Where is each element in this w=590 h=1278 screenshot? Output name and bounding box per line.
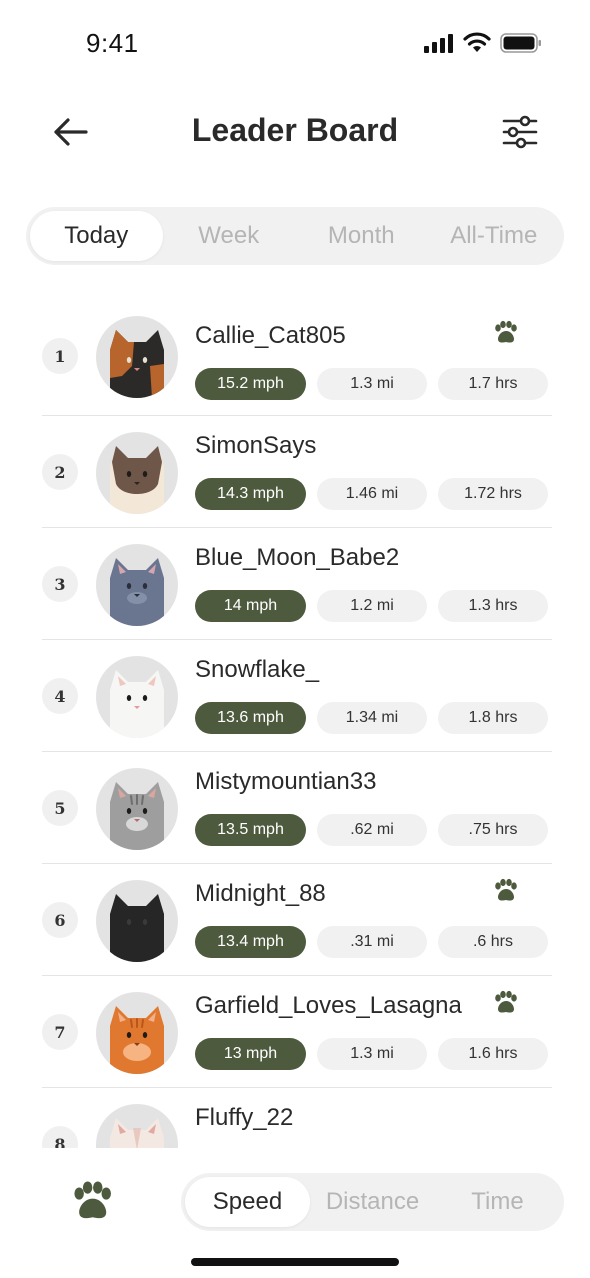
username: Blue_Moon_Babe2 bbox=[195, 544, 400, 571]
time-pill: 1.3 hrs bbox=[438, 590, 548, 622]
rank-badge: 5 bbox=[42, 790, 78, 826]
sliders-icon bbox=[502, 115, 538, 149]
time-pill: 1.8 hrs bbox=[438, 702, 548, 734]
tab-time[interactable]: Time bbox=[435, 1177, 560, 1227]
avatar bbox=[96, 880, 178, 962]
username: Garfield_Loves_Lasagna bbox=[195, 992, 462, 1019]
tab-week[interactable]: Week bbox=[163, 211, 296, 261]
orange-cat-avatar bbox=[110, 1006, 164, 1074]
paw-nav-button[interactable] bbox=[68, 1180, 114, 1229]
battery-icon bbox=[500, 32, 541, 53]
distance-pill: 1.34 mi bbox=[317, 702, 427, 734]
rank-badge: 8 bbox=[42, 1126, 78, 1148]
rank-badge: 7 bbox=[42, 1014, 78, 1050]
paw-icon bbox=[495, 990, 517, 1013]
avatar bbox=[96, 656, 178, 738]
header: Leader Board bbox=[0, 100, 590, 164]
tab-month[interactable]: Month bbox=[295, 211, 428, 261]
time-pill: .6 hrs bbox=[438, 926, 548, 958]
status-time: 9:41 bbox=[86, 28, 139, 58]
leaderboard-list: 1 Callie_Cat805 15.2 mph 1.3 mi 1.7 hrs … bbox=[0, 298, 590, 1148]
username: Fluffy_22 bbox=[195, 1104, 294, 1131]
tab-today[interactable]: Today bbox=[30, 211, 163, 261]
username: Mistymountian33 bbox=[195, 768, 377, 795]
speed-pill: 13.6 mph bbox=[195, 702, 306, 734]
paw-icon bbox=[495, 320, 517, 343]
paw-icon bbox=[495, 878, 517, 901]
rank-badge: 2 bbox=[42, 454, 78, 490]
time-pill: .75 hrs bbox=[438, 814, 548, 846]
calico-cat-avatar bbox=[110, 330, 164, 398]
tab-distance[interactable]: Distance bbox=[310, 1177, 435, 1227]
gray-tabby-cat-avatar bbox=[110, 782, 164, 850]
speed-pill: 14 mph bbox=[195, 590, 306, 622]
cream-cat-avatar bbox=[110, 1118, 164, 1148]
paw-icon bbox=[74, 1181, 111, 1219]
distance-pill: .31 mi bbox=[317, 926, 427, 958]
username: Midnight_88 bbox=[195, 880, 326, 907]
bottom-bar: Speed Distance Time bbox=[0, 1160, 590, 1278]
blue-cat-avatar bbox=[110, 558, 164, 626]
leaderboard-row[interactable]: 5 Mistymountian33 13.5 mph .62 mi .75 hr… bbox=[42, 752, 552, 864]
black-cat-avatar bbox=[110, 894, 164, 962]
rank-badge: 4 bbox=[42, 678, 78, 714]
distance-pill: 1.46 mi bbox=[317, 478, 427, 510]
rank-badge: 3 bbox=[42, 566, 78, 602]
rank-badge: 6 bbox=[42, 902, 78, 938]
period-tabs: Today Week Month All-Time bbox=[26, 207, 564, 265]
distance-pill: 1.3 mi bbox=[317, 1038, 427, 1070]
home-indicator bbox=[191, 1258, 399, 1266]
leaderboard-row[interactable]: 1 Callie_Cat805 15.2 mph 1.3 mi 1.7 hrs bbox=[42, 304, 552, 416]
username: Callie_Cat805 bbox=[195, 322, 346, 349]
status-bar: 9:41 bbox=[0, 0, 590, 90]
wifi-icon bbox=[463, 32, 491, 52]
avatar bbox=[96, 992, 178, 1074]
time-pill: 1.6 hrs bbox=[438, 1038, 548, 1070]
siamese-cat-avatar bbox=[110, 446, 164, 514]
leaderboard-row[interactable]: 4 Snowflake_ 13.6 mph 1.34 mi 1.8 hrs bbox=[42, 640, 552, 752]
tab-speed[interactable]: Speed bbox=[185, 1177, 310, 1227]
leaderboard-row[interactable]: 2 SimonSays 14.3 mph 1.46 mi 1.72 hrs bbox=[42, 416, 552, 528]
rank-badge: 1 bbox=[42, 338, 78, 374]
speed-pill: 13.5 mph bbox=[195, 814, 306, 846]
leaderboard-row[interactable]: 8 Fluffy_22 bbox=[42, 1088, 552, 1148]
leaderboard-row[interactable]: 7 Garfield_Loves_Lasagna 13 mph 1.3 mi 1… bbox=[42, 976, 552, 1088]
time-pill: 1.72 hrs bbox=[438, 478, 548, 510]
tab-all-time[interactable]: All-Time bbox=[428, 211, 561, 261]
distance-pill: 1.3 mi bbox=[317, 368, 427, 400]
speed-pill: 14.3 mph bbox=[195, 478, 306, 510]
avatar bbox=[96, 432, 178, 514]
username: Snowflake_ bbox=[195, 656, 320, 683]
status-icons bbox=[424, 32, 542, 53]
distance-pill: 1.2 mi bbox=[317, 590, 427, 622]
distance-pill: .62 mi bbox=[317, 814, 427, 846]
white-cat-avatar bbox=[110, 670, 164, 738]
cellular-signal-icon bbox=[424, 33, 453, 53]
speed-pill: 15.2 mph bbox=[195, 368, 306, 400]
avatar bbox=[96, 768, 178, 850]
speed-pill: 13.4 mph bbox=[195, 926, 306, 958]
leaderboard-row[interactable]: 3 Blue_Moon_Babe2 14 mph 1.2 mi 1.3 hrs bbox=[42, 528, 552, 640]
avatar bbox=[96, 544, 178, 626]
leaderboard-row[interactable]: 6 Midnight_88 13.4 mph .31 mi .6 hrs bbox=[42, 864, 552, 976]
avatar bbox=[96, 316, 178, 398]
time-pill: 1.7 hrs bbox=[438, 368, 548, 400]
filter-button[interactable] bbox=[498, 110, 542, 154]
username: SimonSays bbox=[195, 432, 317, 459]
speed-pill: 13 mph bbox=[195, 1038, 306, 1070]
metric-tabs: Speed Distance Time bbox=[181, 1173, 564, 1231]
avatar bbox=[96, 1104, 178, 1148]
